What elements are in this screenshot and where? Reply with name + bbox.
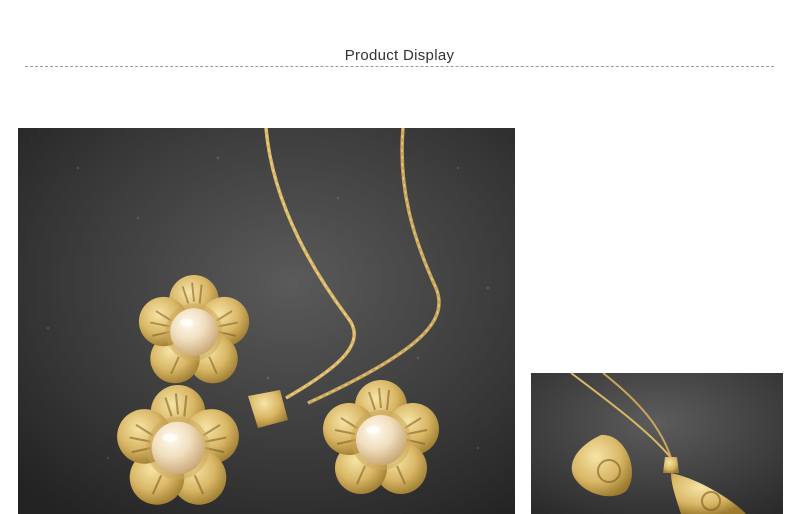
teardrop-filigree-jewelry-image (531, 373, 783, 514)
product-photo-side[interactable] (531, 373, 783, 514)
flower-pearl-jewelry-image (18, 128, 515, 514)
section-header: Product Display (25, 44, 774, 68)
dashed-divider (25, 66, 774, 67)
section-title: Product Display (344, 47, 455, 64)
product-photo-main[interactable] (18, 128, 515, 514)
